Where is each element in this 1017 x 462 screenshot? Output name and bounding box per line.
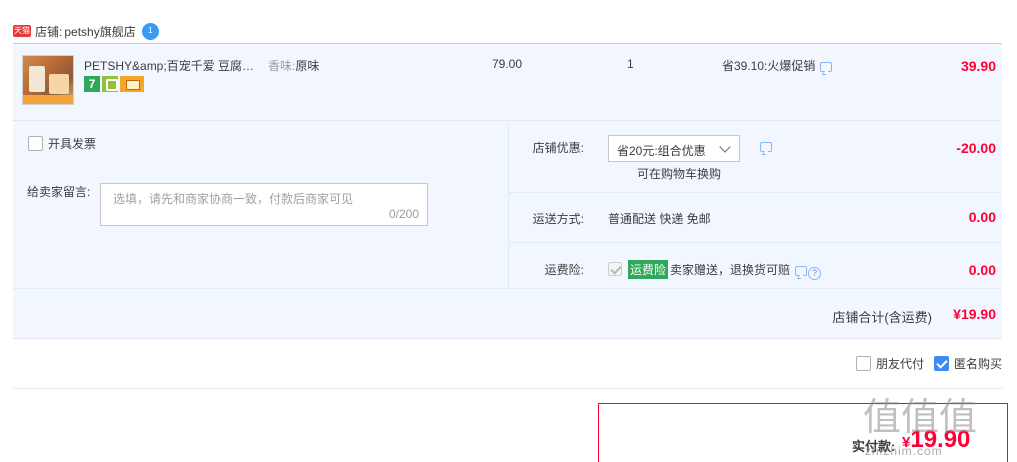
shipping-amount: 0.00 bbox=[968, 209, 996, 225]
quantity: 1 bbox=[627, 57, 634, 71]
freight-insurance-row: 运费险: 运费险 卖家赠送，退换货可赔? 0.00 bbox=[509, 243, 1002, 288]
order-item-row: PETSHY&amp;百宠千爱 豆腐猫砂 香味:原味 7 79.00 1 省39… bbox=[13, 43, 1002, 121]
payment-value: 19.90 bbox=[910, 426, 971, 453]
order-options-left: 开具发票 给卖家留言: 选填，请先和商家协商一致，付款后商家可见 0/200 bbox=[13, 121, 508, 288]
message-icon[interactable] bbox=[760, 142, 772, 152]
wangwang-chat-icon[interactable]: 1 bbox=[141, 22, 159, 40]
shipping-label: 运送方式: bbox=[532, 212, 584, 226]
shop-name-link[interactable]: petshy旗舰店 bbox=[64, 23, 135, 40]
product-sku: 香味:原味 bbox=[268, 57, 319, 74]
invoice-label: 开具发票 bbox=[48, 137, 97, 151]
shop-total-label: 店铺合计(含运费) bbox=[832, 310, 932, 325]
credit-card-icon[interactable] bbox=[120, 76, 144, 92]
anonymous-purchase-option[interactable]: 匿名购买 bbox=[933, 355, 1002, 372]
product-title-link[interactable]: PETSHY&amp;百宠千爱 豆腐猫砂 bbox=[84, 57, 262, 74]
sku-label: 香味: bbox=[268, 59, 296, 73]
sku-value: 原味 bbox=[295, 59, 320, 73]
message-icon[interactable] bbox=[795, 266, 808, 276]
promotion-info: 省39.10:火爆促销 bbox=[722, 57, 833, 74]
chat-badge-count: 1 bbox=[147, 25, 153, 35]
help-icon[interactable]: ? bbox=[808, 267, 822, 280]
payment-summary-box: 实付款: ¥19.90 bbox=[598, 403, 1008, 462]
message-char-counter: 0/200 bbox=[388, 207, 419, 221]
thumb-package-a bbox=[29, 66, 45, 92]
friend-pay-option[interactable]: 朋友代付 bbox=[855, 355, 924, 372]
discount-selected-value: 省20元:组合优惠 bbox=[617, 144, 706, 158]
shop-discount-select[interactable]: 省20元:组合优惠 bbox=[608, 135, 740, 162]
promo-text: 省39.10:火爆促销 bbox=[722, 59, 816, 73]
insurance-info: 卖家赠送，退换货可赔? bbox=[670, 261, 822, 280]
order-options-right: 店铺优惠: 省20元:组合优惠 可在购物车换购 -20.00 运送方式: 普通配… bbox=[509, 121, 1002, 288]
thumb-package-b bbox=[49, 74, 69, 94]
thumb-band bbox=[23, 95, 73, 104]
payment-extras: 朋友代付 匿名购买 bbox=[855, 355, 1002, 372]
friend-pay-checkbox[interactable] bbox=[855, 356, 871, 371]
anonymous-purchase-checkbox[interactable] bbox=[933, 356, 949, 371]
authentic-guarantee-icon[interactable] bbox=[102, 76, 118, 92]
section-divider bbox=[13, 388, 1002, 389]
friend-pay-label: 朋友代付 bbox=[875, 357, 924, 371]
payment-label: 实付款: bbox=[852, 439, 896, 454]
shipping-method: 普通配送 快递 免邮 bbox=[608, 212, 711, 226]
shop-header: 天猫 店铺: petshy旗舰店 1 bbox=[13, 20, 159, 42]
insurance-checkbox bbox=[608, 262, 622, 276]
anonymous-purchase-label: 匿名购买 bbox=[953, 357, 1002, 371]
payment-amount: ¥19.90 bbox=[902, 426, 970, 454]
chevron-down-icon bbox=[719, 141, 731, 153]
message-icon[interactable] bbox=[820, 62, 833, 72]
shop-total-row: 店铺合计(含运费) ¥19.90 bbox=[13, 288, 1002, 339]
invoice-checkbox[interactable] bbox=[28, 136, 43, 151]
invoice-option[interactable]: 开具发票 bbox=[28, 135, 96, 152]
discount-hint: 可在购物车换购 bbox=[637, 167, 722, 181]
product-thumbnail[interactable] bbox=[22, 55, 74, 105]
shop-discount-row: 店铺优惠: 省20元:组合优惠 可在购物车换购 -20.00 bbox=[509, 121, 1002, 193]
seller-message-input[interactable]: 选填，请先和商家协商一致，付款后商家可见 0/200 bbox=[100, 183, 428, 226]
discount-amount: -20.00 bbox=[956, 140, 996, 156]
message-placeholder: 选填，请先和商家协商一致，付款后商家可见 bbox=[113, 192, 354, 206]
insurance-badge: 运费险 bbox=[628, 260, 669, 279]
shop-discount-label: 店铺优惠: bbox=[532, 141, 584, 155]
tmall-icon: 天猫 bbox=[13, 25, 31, 37]
unit-price: 79.00 bbox=[492, 57, 523, 71]
shop-total-amount: ¥19.90 bbox=[953, 306, 996, 322]
item-subtotal: 39.90 bbox=[960, 58, 996, 74]
seven-day-return-icon[interactable]: 7 bbox=[84, 76, 100, 92]
shipping-row: 运送方式: 普通配送 快递 免邮 0.00 bbox=[509, 193, 1002, 243]
seller-message-label: 给卖家留言: bbox=[27, 185, 91, 199]
service-tags: 7 bbox=[84, 76, 144, 92]
shop-label: 店铺: bbox=[35, 24, 63, 39]
insurance-amount: 0.00 bbox=[968, 262, 996, 278]
order-options-panel: 开具发票 给卖家留言: 选填，请先和商家协商一致，付款后商家可见 0/200 店… bbox=[13, 121, 1002, 339]
insurance-text: 卖家赠送，退换货可赔 bbox=[670, 263, 791, 277]
insurance-label: 运费险: bbox=[544, 263, 584, 277]
